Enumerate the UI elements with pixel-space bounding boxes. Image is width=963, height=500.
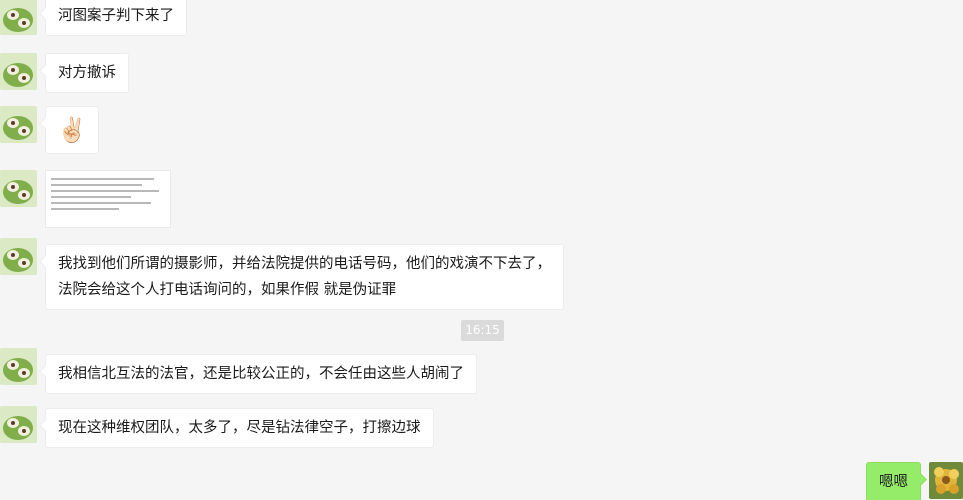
message-text: 对方撤诉 xyxy=(58,65,116,81)
message-row: 对方撤诉 xyxy=(0,53,129,93)
contact-avatar[interactable] xyxy=(0,106,37,143)
message-text-line: 法院会给这个人打电话询问的，如果作假 就是伪证罪 xyxy=(58,282,397,298)
message-row: 我找到他们所谓的摄影师，并给法院提供的电话号码，他们的戏演不下去了， 法院会给这… xyxy=(0,238,564,310)
message-bubble-self[interactable]: 嗯嗯 xyxy=(866,462,921,500)
message-bubble[interactable]: 河图案子判下来了 xyxy=(45,0,187,36)
document-text-line xyxy=(51,184,143,186)
contact-avatar[interactable] xyxy=(0,53,37,90)
message-row: 现在这种维权团队，太多了，尽是钻法律空子，打擦边球 xyxy=(0,406,434,448)
message-bubble[interactable]: 我找到他们所谓的摄影师，并给法院提供的电话号码，他们的戏演不下去了， 法院会给这… xyxy=(45,244,564,310)
message-text: 现在这种维权团队，太多了，尽是钻法律空子，打擦边球 xyxy=(58,420,421,436)
message-bubble[interactable]: 我相信北互法的法官，还是比较公正的，不会任由这些人胡闹了 xyxy=(45,354,477,394)
document-text-line xyxy=(51,202,152,204)
contact-avatar[interactable] xyxy=(0,170,37,207)
message-text-line: 我找到他们所谓的摄影师，并给法院提供的电话号码，他们的戏演不下去了， xyxy=(58,256,551,272)
message-row: 我相信北互法的法官，还是比较公正的，不会任由这些人胡闹了 xyxy=(0,348,477,394)
contact-avatar[interactable] xyxy=(0,0,37,35)
chat-message-area[interactable]: 河图案子判下来了 对方撤诉 ✌🏻 我找到他们所谓的摄影师，并给法院提供的电话号码… xyxy=(0,0,963,500)
avatar-illustration-icon xyxy=(0,106,37,143)
avatar-illustration-icon xyxy=(0,406,37,443)
message-text: 嗯嗯 xyxy=(879,474,908,490)
image-message-thumbnail[interactable] xyxy=(45,170,171,228)
message-row: 河图案子判下来了 xyxy=(0,0,187,36)
flower-icon xyxy=(929,462,963,499)
document-text-line xyxy=(51,196,131,198)
message-row xyxy=(0,170,171,228)
message-text: 河图案子判下来了 xyxy=(58,8,174,24)
message-row-self: 嗯嗯 xyxy=(866,462,963,500)
document-text-line xyxy=(51,178,154,180)
document-text-line xyxy=(51,208,120,210)
message-bubble[interactable]: ✌🏻 xyxy=(45,106,99,154)
message-bubble[interactable]: 现在这种维权团队，太多了，尽是钻法律空子，打擦边球 xyxy=(45,408,434,448)
document-text-line xyxy=(51,190,160,192)
avatar-illustration-icon xyxy=(0,170,37,207)
avatar-illustration-icon xyxy=(0,0,37,35)
message-text: 我相信北互法的法官，还是比较公正的，不会任由这些人胡闹了 xyxy=(58,366,464,382)
message-row: ✌🏻 xyxy=(0,106,99,154)
message-timestamp: 16:15 xyxy=(461,320,504,341)
contact-avatar[interactable] xyxy=(0,406,37,443)
avatar-illustration-icon xyxy=(0,348,37,385)
self-avatar[interactable] xyxy=(929,462,963,499)
contact-avatar[interactable] xyxy=(0,348,37,385)
message-bubble[interactable]: 对方撤诉 xyxy=(45,53,129,93)
avatar-illustration-icon xyxy=(0,238,37,275)
avatar-illustration-icon xyxy=(0,53,37,90)
victory-hand-emoji: ✌🏻 xyxy=(57,116,87,144)
contact-avatar[interactable] xyxy=(0,238,37,275)
